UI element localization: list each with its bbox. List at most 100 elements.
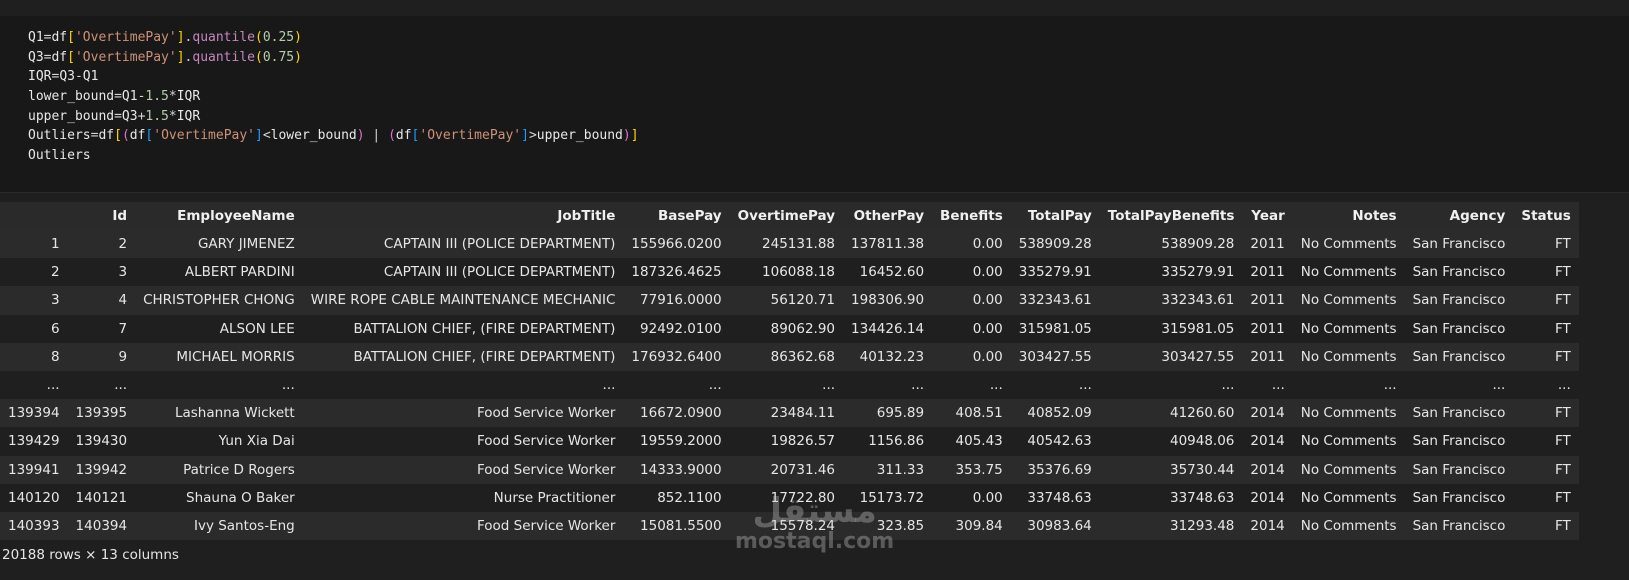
column-header: Benefits [932,202,1011,230]
table-cell: 33748.63 [1010,483,1100,512]
table-cell: 323.85 [843,511,933,541]
table-cell: 140394 [67,511,136,541]
table-cell: 2011 [1242,230,1293,259]
table-cell: 335279.91 [1099,258,1243,287]
table-cell: 140121 [67,483,136,512]
column-header: EmployeeName [135,202,303,230]
table-cell: FT [1513,511,1579,541]
code-token: ] [630,128,639,144]
code-token: lower_bound [28,89,115,105]
table-cell: 309.84 [932,511,1011,541]
table-cell: 89062.90 [729,314,844,343]
table-cell: 245131.88 [729,230,844,259]
table-cell: WIRE ROPE CABLE MAINTENANCE MECHANIC [302,286,624,315]
table-cell: 332343.61 [1010,286,1100,315]
cell-output: Id EmployeeName JobTitle BasePay OvertimePay… [0,193,1629,580]
table-cell: 41260.60 [1099,399,1243,428]
table-row: 3 4 CHRISTOPHER CHONG WIRE ROPE CABLE MAINT… [0,286,1579,315]
table-cell: 139942 [67,455,136,484]
code-token: 'OvertimePay' [153,128,255,144]
table-cell: 176932.6400 [623,342,730,371]
code-token: 1.5 [145,89,169,105]
table-cell: Shauna O Baker [135,483,303,512]
table-cell: No Comments [1292,483,1405,512]
table-cell: 15578.24 [729,511,844,541]
code-cell[interactable]: Q1=df['OvertimePay'].quantile(0.25) Q3 = df… [0,16,1629,193]
code-token: = [114,89,122,105]
table-cell: 20731.46 [729,455,844,484]
index-header [0,202,68,230]
table-cell: 86362.68 [729,342,844,371]
table-cell: Food Service Worker [302,399,624,428]
column-header: Year [1242,202,1293,230]
table-cell: 106088.18 [729,258,844,287]
table-cell: No Comments [1292,511,1405,541]
table-cell: ALBERT PARDINI [135,258,303,287]
table-cell: 17722.80 [729,483,844,512]
code-token: * [168,89,177,105]
code-token: Q1 [82,69,99,85]
table-cell: ... [67,370,136,400]
code-token: IQR [28,69,52,85]
table-cell: CAPTAIN III (POLICE DEPARTMENT) [302,258,624,287]
table-cell: San Francisco [1404,427,1514,456]
code-token: df [51,49,68,65]
table-cell: 19826.57 [729,427,844,456]
column-header: Status [1513,202,1579,230]
code-token: [ [67,30,75,45]
code-line: lower_bound=Q1-1.5*IQR [28,87,639,107]
table-cell: ... [1404,370,1514,400]
table-cell: 56120.71 [729,286,844,315]
code-token: ) [356,128,365,144]
table-cell: 23484.11 [729,399,844,428]
code-token: ( [255,30,263,45]
table-cell: San Francisco [1404,230,1514,259]
row-index: 140393 [0,511,68,541]
code-token: 1.5 [145,108,169,124]
table-cell: Food Service Worker [302,455,624,484]
table-cell: 15081.5500 [623,511,730,541]
table-cell: CAPTAIN III (POLICE DEPARTMENT) [302,230,624,259]
table-cell: 139430 [67,427,136,456]
table-row: 139429 139430 Yun Xia Dai Food Service Work… [0,427,1579,456]
code-line: IQR=Q3-Q1 [28,67,639,87]
table-cell: 2011 [1242,286,1293,315]
row-index: 3 [0,286,68,315]
table-cell: FT [1513,286,1579,315]
table-cell: San Francisco [1404,258,1514,287]
table-row: 139941 139942 Patrice D Rogers Food Service… [0,455,1579,484]
code-token: 'OvertimePay' [419,128,522,144]
code-token: 0.75 [262,49,295,65]
table-cell: Yun Xia Dai [135,427,303,456]
table-cell: 311.33 [843,455,933,484]
table-cell: San Francisco [1404,483,1514,512]
table-cell: 2 [67,230,136,259]
dataframe-shape: 20188 rows × 13 columns [2,547,179,563]
table-cell: ... [729,370,844,400]
table-header-row: Id EmployeeName JobTitle BasePay OvertimePay… [0,202,1579,230]
table-cell: ... [1010,370,1100,400]
table-cell: BATTALION CHIEF, (FIRE DEPARTMENT) [302,314,624,343]
code-token: * [168,108,177,124]
code-token: Q3 [121,108,138,124]
table-cell: BATTALION CHIEF, (FIRE DEPARTMENT) [302,342,624,371]
table-cell: San Francisco [1404,511,1514,541]
column-header: Notes [1292,202,1405,230]
table-cell: 405.43 [932,427,1011,456]
table-cell: ... [1242,370,1293,400]
code-line: upper_bound=Q3+1.5*IQR [28,107,639,127]
code-editor[interactable]: Q1=df['OvertimePay'].quantile(0.25) Q3 = df… [28,28,639,166]
table-cell: 15173.72 [843,483,933,512]
table-cell: 31293.48 [1099,511,1243,541]
code-token: > [528,128,537,144]
code-token: ) [294,49,302,65]
table-cell: FT [1513,455,1579,484]
table-cell: No Comments [1292,258,1405,287]
code-line: Q1=df['OvertimePay'].quantile(0.25) [28,28,639,48]
table-cell: 134426.14 [843,314,933,343]
table-cell: Lashanna Wickett [135,399,303,428]
table-cell: 2014 [1242,455,1293,484]
code-token: 0.25 [262,30,295,45]
table-cell: 40542.63 [1010,427,1100,456]
table-cell: FT [1513,483,1579,512]
